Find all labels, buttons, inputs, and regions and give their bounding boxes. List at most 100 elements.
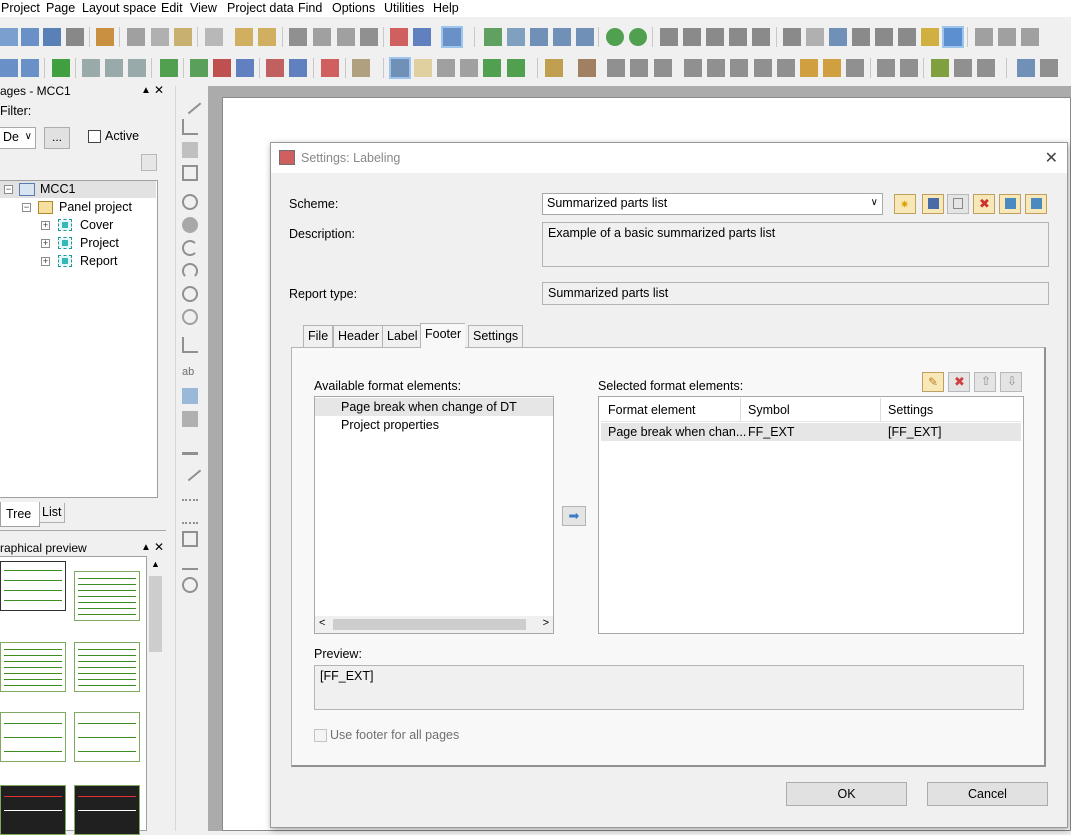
chain-tool-icon[interactable] bbox=[182, 411, 198, 427]
remove-element-button[interactable]: ✖ bbox=[948, 372, 970, 392]
table-row[interactable]: Page break when chan... FF_EXT [FF_EXT] bbox=[601, 423, 1021, 441]
zoom-window-icon[interactable] bbox=[507, 28, 525, 46]
new-project-icon[interactable] bbox=[0, 28, 18, 46]
page-thumbnail[interactable] bbox=[0, 712, 66, 762]
check-b-icon[interactable] bbox=[213, 59, 231, 77]
page-new-icon[interactable] bbox=[0, 59, 18, 77]
connection-icon[interactable] bbox=[875, 28, 893, 46]
lines-c-icon[interactable] bbox=[1021, 28, 1039, 46]
paste-icon[interactable] bbox=[174, 28, 192, 46]
redo-icon[interactable] bbox=[337, 28, 355, 46]
tab-footer[interactable]: Footer bbox=[420, 323, 466, 348]
pattern-icon[interactable] bbox=[977, 59, 995, 77]
insert-icon[interactable] bbox=[160, 59, 178, 77]
menu-find[interactable]: Find bbox=[298, 0, 322, 17]
zoom-out-icon[interactable] bbox=[553, 28, 571, 46]
grid-a-icon[interactable] bbox=[660, 28, 678, 46]
menu-project-data[interactable]: Project data bbox=[227, 0, 294, 17]
arc-center-tool-icon[interactable] bbox=[182, 263, 198, 279]
undo-icon[interactable] bbox=[289, 28, 307, 46]
grid-e-icon[interactable] bbox=[752, 28, 770, 46]
table-icon[interactable] bbox=[413, 28, 431, 46]
gear-b-icon[interactable] bbox=[630, 59, 648, 77]
forward-icon[interactable] bbox=[629, 28, 647, 46]
column-symbol[interactable]: Symbol bbox=[741, 398, 881, 422]
check-icon[interactable] bbox=[390, 28, 408, 46]
snap-grid-icon[interactable] bbox=[806, 28, 824, 46]
lines-b-icon[interactable] bbox=[998, 28, 1016, 46]
tree-row-panel-project[interactable]: − Panel project bbox=[0, 199, 156, 216]
circle-tool-icon[interactable] bbox=[182, 194, 198, 210]
label-icon[interactable] bbox=[921, 28, 939, 46]
ok-button[interactable]: OK bbox=[786, 782, 907, 806]
sector-tool-icon[interactable] bbox=[182, 286, 198, 302]
brush-icon[interactable] bbox=[258, 28, 276, 46]
doc-note-icon[interactable] bbox=[414, 59, 432, 77]
polyline-tool-icon[interactable] bbox=[182, 119, 198, 135]
add-element-button[interactable]: ➡ bbox=[562, 506, 586, 526]
save-scheme-button[interactable] bbox=[922, 194, 944, 214]
panel-close-icon[interactable]: ✕ bbox=[154, 541, 164, 553]
close-icon[interactable]: ✕ bbox=[1045, 148, 1058, 168]
import-scheme-button[interactable] bbox=[999, 194, 1021, 214]
symbol-d-icon[interactable] bbox=[754, 59, 772, 77]
fill-icon[interactable] bbox=[931, 59, 949, 77]
scroll-thumb[interactable] bbox=[333, 619, 526, 630]
edit-b-icon[interactable] bbox=[289, 59, 307, 77]
frame-icon[interactable] bbox=[829, 28, 847, 46]
zoom-in-icon[interactable] bbox=[530, 28, 548, 46]
scroll-thumb[interactable] bbox=[149, 576, 162, 652]
filter-select[interactable]: De ∨ bbox=[0, 127, 36, 149]
grid-b-icon[interactable] bbox=[683, 28, 701, 46]
arc-tool-icon[interactable] bbox=[182, 240, 198, 256]
sort-a-icon[interactable] bbox=[82, 59, 100, 77]
expand-icon[interactable]: + bbox=[41, 221, 50, 230]
plugin-icon[interactable] bbox=[52, 59, 70, 77]
gear-c-icon[interactable] bbox=[654, 59, 672, 77]
copy-icon[interactable] bbox=[151, 28, 169, 46]
column-settings[interactable]: Settings bbox=[881, 398, 1021, 422]
edit-element-button[interactable]: ✎ bbox=[922, 372, 944, 392]
refresh-icon[interactable] bbox=[484, 28, 502, 46]
curve-icon[interactable] bbox=[852, 28, 870, 46]
tab-settings[interactable]: Settings bbox=[468, 325, 524, 347]
new-scheme-button[interactable]: ✷ bbox=[894, 194, 916, 214]
preview-scrollbar[interactable]: ▲ bbox=[147, 556, 164, 831]
undo-list-icon[interactable] bbox=[313, 28, 331, 46]
lines-a-icon[interactable] bbox=[975, 28, 993, 46]
text-tool-icon[interactable]: ab bbox=[182, 364, 198, 380]
filter-more-button[interactable]: ... bbox=[44, 127, 70, 149]
display-icon[interactable] bbox=[942, 26, 964, 48]
grid-c-icon[interactable] bbox=[706, 28, 724, 46]
spline-tool-icon[interactable] bbox=[182, 337, 198, 353]
tab-label[interactable]: Label bbox=[382, 325, 423, 347]
tab-tree[interactable]: Tree bbox=[0, 502, 40, 527]
dimension-angle-tool-icon[interactable] bbox=[178, 458, 202, 482]
menu-utilities[interactable]: Utilities bbox=[384, 0, 424, 17]
zoom-all-icon[interactable] bbox=[576, 28, 594, 46]
tree-row-project[interactable]: + Project bbox=[0, 235, 156, 252]
symbol-c-icon[interactable] bbox=[730, 59, 748, 77]
align-icon[interactable] bbox=[1040, 59, 1058, 77]
grid-d-icon[interactable] bbox=[729, 28, 747, 46]
tab-list[interactable]: List bbox=[39, 503, 65, 523]
dimension-base-tool-icon[interactable] bbox=[182, 508, 198, 524]
symbol-j-icon[interactable] bbox=[900, 59, 918, 77]
tab-header[interactable]: Header bbox=[333, 325, 384, 347]
select-icon[interactable] bbox=[205, 28, 223, 46]
panel-pin-icon[interactable]: ▲ bbox=[141, 86, 151, 96]
line-tool-icon[interactable] bbox=[178, 91, 202, 115]
doc-import-icon[interactable] bbox=[483, 59, 501, 77]
available-item[interactable]: Page break when change of DT bbox=[315, 398, 553, 416]
menu-edit[interactable]: Edit bbox=[161, 0, 183, 17]
move-up-button[interactable]: ⇧ bbox=[974, 372, 996, 392]
symbol-e-icon[interactable] bbox=[777, 59, 795, 77]
available-elements-list[interactable]: Page break when change of DT Project pro… bbox=[314, 396, 554, 634]
page-thumbnail[interactable] bbox=[0, 785, 66, 835]
eye-tool-icon[interactable] bbox=[182, 309, 198, 325]
delete-scheme-button[interactable]: ✖ bbox=[973, 194, 995, 214]
dimension-tool-icon[interactable] bbox=[182, 439, 198, 455]
doc-edit-icon[interactable] bbox=[437, 59, 455, 77]
dimension-chain-tool-icon[interactable] bbox=[182, 485, 198, 501]
collapse-icon[interactable]: − bbox=[4, 185, 13, 194]
